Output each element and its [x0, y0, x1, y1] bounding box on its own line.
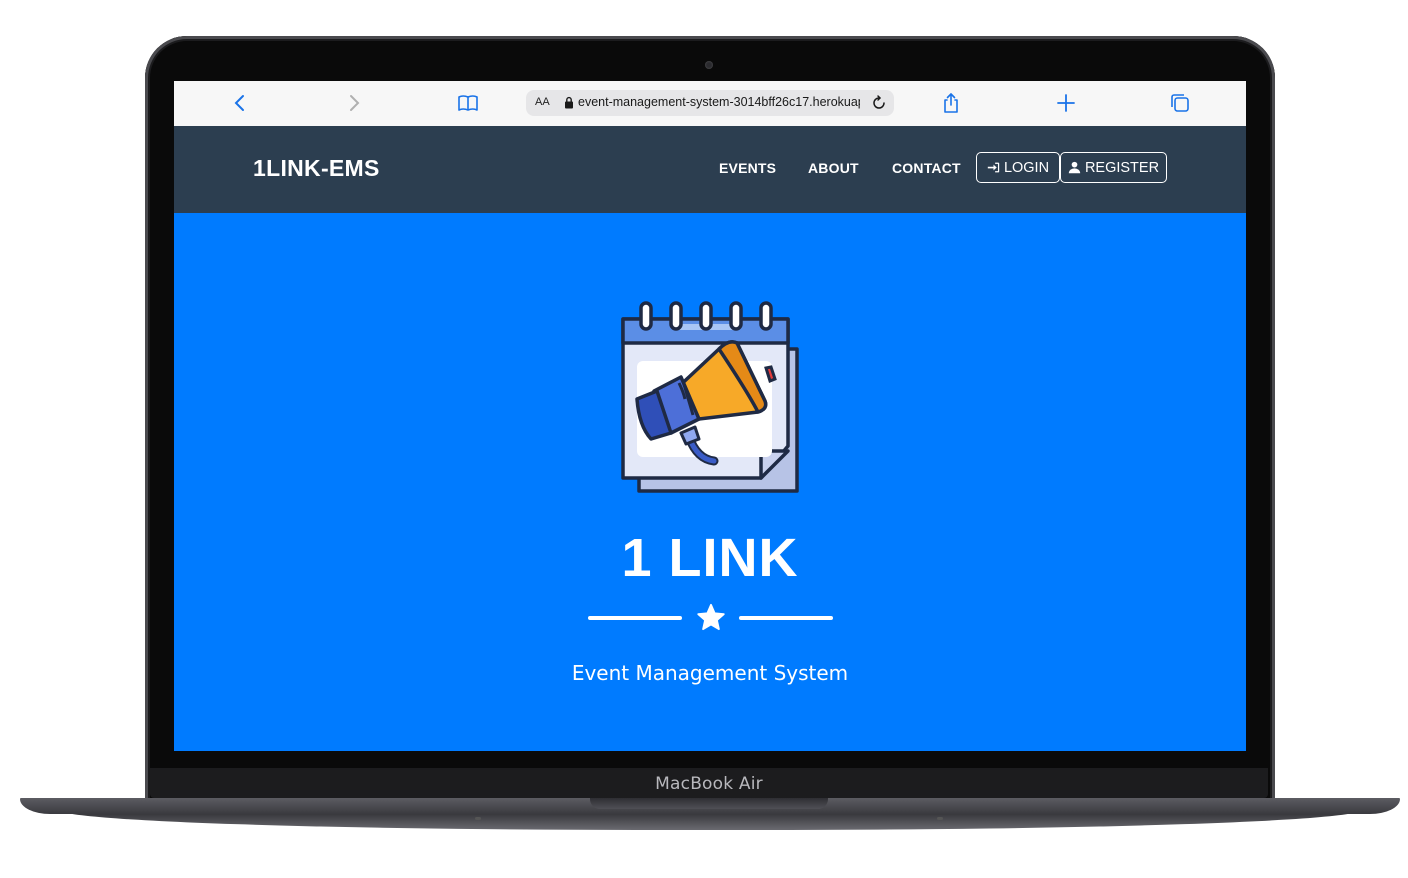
webcam — [705, 61, 713, 69]
laptop-foot — [475, 817, 481, 820]
login-button[interactable]: LOGIN — [976, 152, 1060, 183]
screen: AA event-management-system-3014bff26c17.… — [174, 81, 1246, 751]
sign-in-icon — [987, 162, 1000, 173]
nav-about[interactable]: ABOUT — [808, 160, 859, 176]
share-icon[interactable] — [939, 91, 963, 115]
url-text: event-management-system-3014bff26c17.her… — [578, 95, 860, 109]
tabs-overview-icon[interactable] — [1168, 91, 1192, 115]
new-tab-icon[interactable] — [1054, 91, 1078, 115]
divider-line-right — [739, 616, 833, 620]
site-navbar: 1LINK-EMS EVENTS ABOUT CONTACT LOGIN REG… — [174, 126, 1246, 213]
hero-title: 1 LINK — [621, 528, 799, 588]
lock-icon — [565, 96, 573, 109]
reload-icon[interactable] — [870, 94, 888, 112]
forward-icon[interactable] — [342, 91, 366, 115]
nav-contact[interactable]: CONTACT — [892, 160, 961, 176]
brand-logo[interactable]: 1LINK-EMS — [253, 155, 380, 182]
calendar-megaphone-icon — [621, 301, 799, 493]
hero-subtitle: Event Management System — [571, 661, 849, 685]
bookmarks-icon[interactable] — [456, 91, 480, 115]
login-label: LOGIN — [1003, 159, 1050, 176]
nav-events[interactable]: EVENTS — [719, 160, 776, 176]
text-size-button[interactable]: AA — [535, 96, 550, 108]
back-icon[interactable] — [228, 91, 252, 115]
register-button[interactable]: REGISTER — [1060, 152, 1167, 183]
divider-line-left — [588, 616, 682, 620]
laptop-foot — [937, 817, 943, 820]
address-bar[interactable]: AA event-management-system-3014bff26c17.… — [526, 90, 894, 116]
star-icon — [697, 603, 725, 631]
device-label: MacBook Air — [655, 774, 763, 794]
laptop-notch — [590, 798, 828, 809]
browser-toolbar: AA event-management-system-3014bff26c17.… — [174, 81, 1246, 127]
register-label: REGISTER — [1084, 159, 1160, 176]
user-icon — [1068, 161, 1081, 174]
